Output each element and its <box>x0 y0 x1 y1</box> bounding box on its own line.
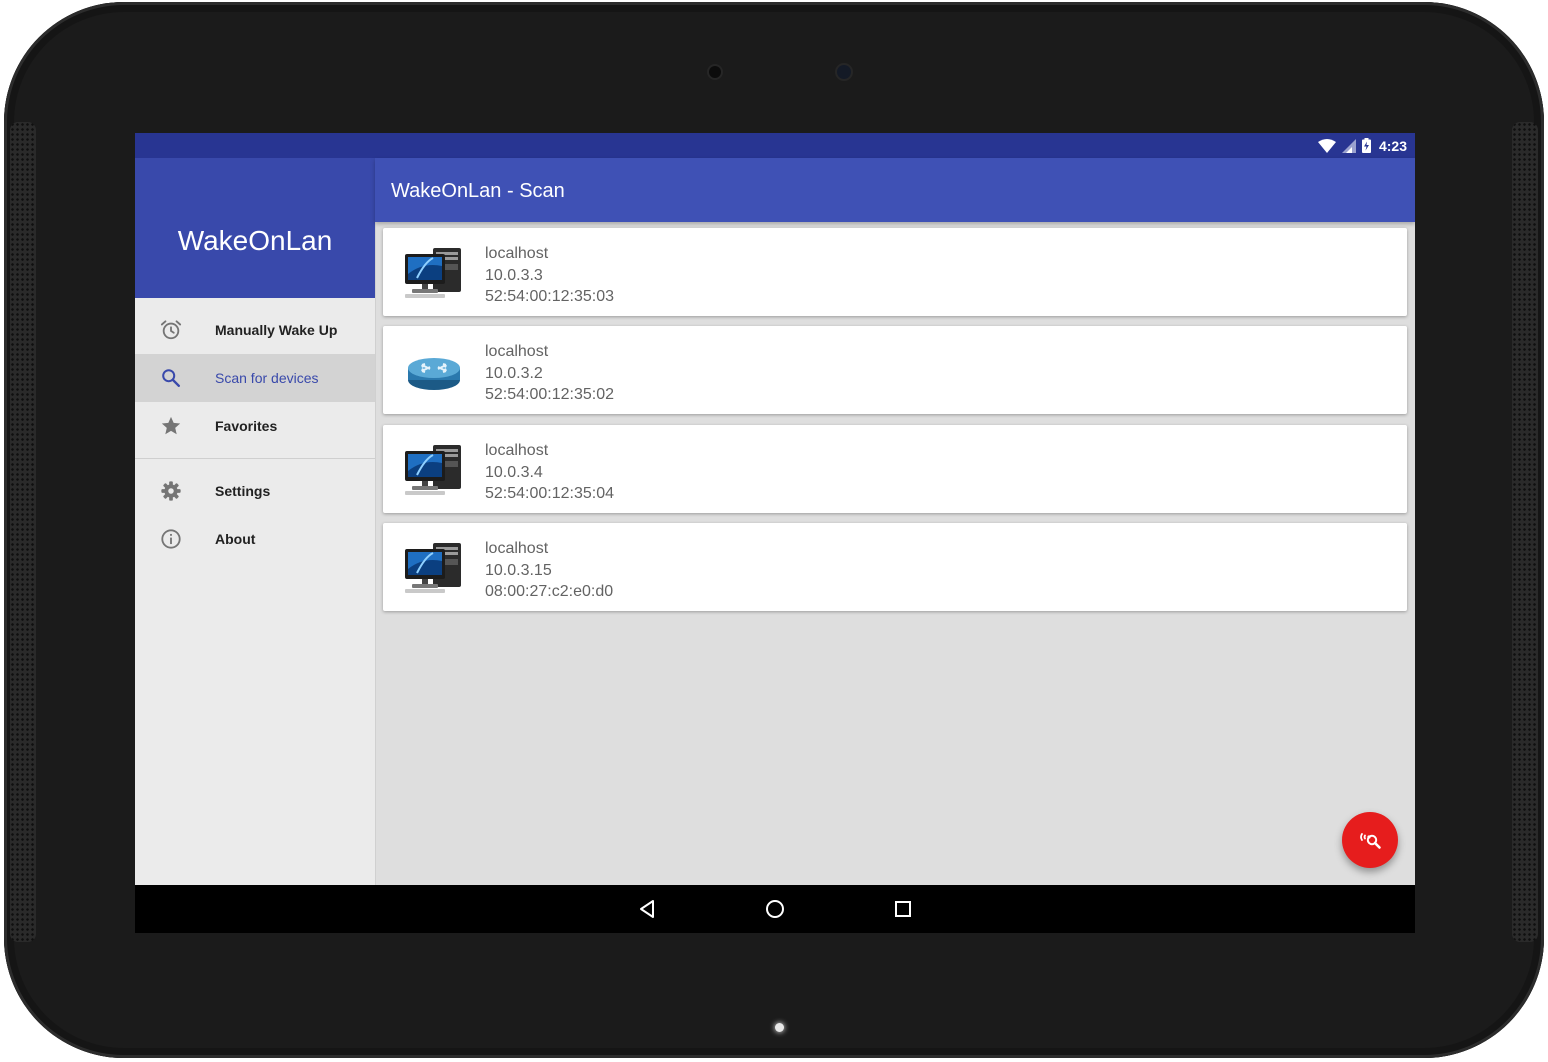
nav-item-manually-wake-up[interactable]: Manually Wake Up <box>135 306 375 354</box>
toolbar-title: WakeOnLan - Scan <box>391 180 565 202</box>
device-hostname: localhost <box>485 343 549 360</box>
front-sensor <box>709 66 721 78</box>
speaker-grille-right <box>1512 122 1538 942</box>
star-icon <box>160 415 182 437</box>
cell-signal-icon <box>1341 138 1356 153</box>
device-screen: 4:23 WakeOnLan Manually Wake Up Scan for… <box>135 133 1415 933</box>
device-mac: 52:54:00:12:35:02 <box>485 386 615 403</box>
status-time: 4:23 <box>1378 137 1407 154</box>
nav-item-scan-for-devices[interactable]: Scan for devices <box>135 354 375 402</box>
alarm-clock-icon <box>160 319 182 341</box>
device-ip: 10.0.3.4 <box>485 463 543 481</box>
front-camera <box>837 65 851 79</box>
device-ip: 10.0.3.2 <box>485 364 543 382</box>
device-ip: 10.0.3.3 <box>485 266 543 284</box>
nav-label-about: About <box>215 531 256 547</box>
app-toolbar: WakeOnLan - Scan <box>375 158 1415 222</box>
info-icon <box>160 528 182 550</box>
status-bar: 4:23 <box>135 133 1415 158</box>
wifi-icon <box>1317 138 1336 153</box>
computer-icon <box>405 445 461 495</box>
drawer-header: WakeOnLan <box>135 158 375 298</box>
back-icon[interactable] <box>635 897 659 921</box>
device-card[interactable]: localhost 10.0.3.15 08:00:27:c2:e0:d0 <box>383 523 1407 611</box>
search-icon <box>160 367 182 389</box>
device-info: localhost 10.0.3.4 52:54:00:12:35:04 <box>485 440 614 505</box>
scan-fab-button[interactable] <box>1342 812 1398 868</box>
speaker-grille-left <box>10 122 36 942</box>
computer-icon <box>405 248 461 298</box>
drawer-divider <box>135 458 375 459</box>
device-mac: 52:54:00:12:35:04 <box>485 485 615 502</box>
gear-icon <box>160 480 182 502</box>
home-icon[interactable] <box>763 897 787 921</box>
device-ip: 10.0.3.15 <box>485 561 552 579</box>
system-navigation-bar <box>135 885 1415 933</box>
wifi-search-icon <box>1360 833 1381 849</box>
device-card[interactable]: localhost 10.0.3.3 52:54:00:12:35:03 <box>383 228 1407 316</box>
device-mac: 08:00:27:c2:e0:d0 <box>485 583 614 600</box>
nav-item-about[interactable]: About <box>135 515 375 563</box>
router-icon <box>408 358 460 390</box>
device-mac: 52:54:00:12:35:03 <box>485 288 615 305</box>
nav-item-settings[interactable]: Settings <box>135 467 375 515</box>
notification-led <box>775 1023 784 1032</box>
nav-item-favorites[interactable]: Favorites <box>135 402 375 450</box>
battery-charging-icon <box>1361 138 1371 153</box>
recents-icon[interactable] <box>891 897 915 921</box>
drawer-title: WakeOnLan <box>177 225 333 256</box>
nav-label-settings: Settings <box>215 483 271 499</box>
nav-label-scan-for-devices: Scan for devices <box>215 370 319 386</box>
device-info: localhost 10.0.3.15 08:00:27:c2:e0:d0 <box>485 538 613 603</box>
computer-icon <box>405 543 461 593</box>
device-hostname: localhost <box>485 442 549 459</box>
device-hostname: localhost <box>485 245 549 262</box>
nav-label-favorites: Favorites <box>215 418 278 434</box>
nav-label-manually-wake-up: Manually Wake Up <box>215 322 338 338</box>
device-info: localhost 10.0.3.2 52:54:00:12:35:02 <box>485 341 614 406</box>
device-info: localhost 10.0.3.3 52:54:00:12:35:03 <box>485 243 614 308</box>
device-card[interactable]: localhost 10.0.3.4 52:54:00:12:35:04 <box>383 425 1407 513</box>
navigation-drawer: WakeOnLan Manually Wake Up Scan for devi… <box>135 158 376 885</box>
device-card[interactable]: localhost 10.0.3.2 52:54:00:12:35:02 <box>383 326 1407 414</box>
device-hostname: localhost <box>485 540 549 557</box>
